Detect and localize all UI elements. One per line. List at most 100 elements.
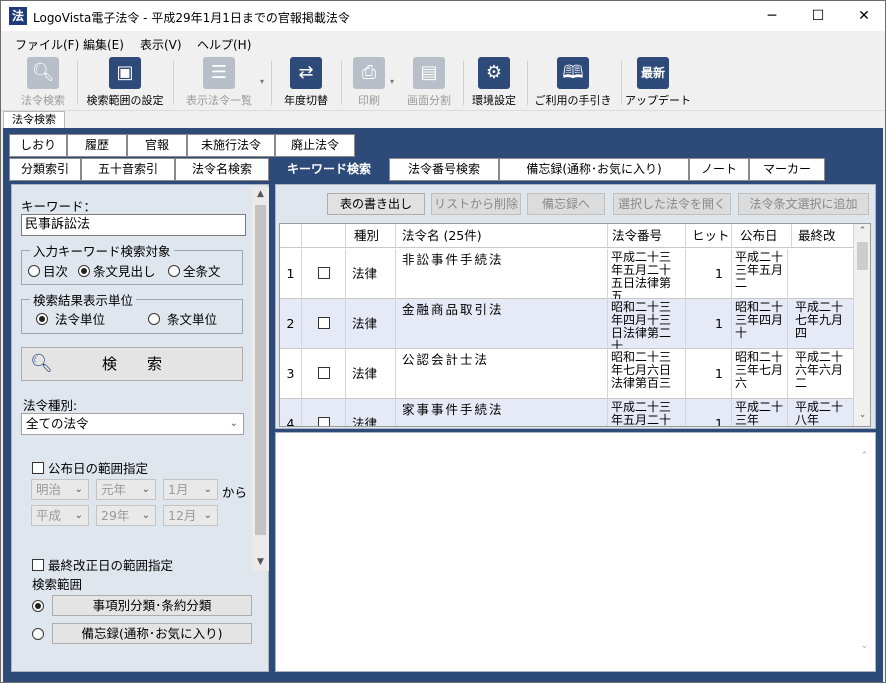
scroll-up-icon[interactable]: ▲ <box>252 189 269 199</box>
scope-category-button[interactable]: 事項別分類･条約分類 <box>52 595 252 616</box>
tab-markers[interactable]: マーカー <box>749 158 825 181</box>
tab-category-index[interactable]: 分類索引 <box>9 158 81 181</box>
toolbar-year-switch-button[interactable]: ⇄ 年度切替 <box>279 57 333 109</box>
tab-unenforced[interactable]: 未施行法令 <box>187 134 275 157</box>
export-table-button[interactable]: 表の書き出し <box>327 193 425 215</box>
from-label: から <box>222 485 248 500</box>
col-law-name-header[interactable]: 法令名 (25件) <box>396 224 608 248</box>
tab-syllabary-index[interactable]: 五十音索引 <box>81 158 175 181</box>
menu-edit[interactable]: 編集(E) <box>83 36 124 53</box>
tab-law-search[interactable]: 法令検索 <box>3 111 65 129</box>
left-scrollbar[interactable]: ▲ ▼ <box>252 187 269 571</box>
scope-category-radio[interactable] <box>32 600 44 612</box>
col-type-header[interactable]: 種別 <box>346 224 396 248</box>
row-hits: 1 <box>686 249 732 299</box>
law-type-select[interactable]: 全ての法令 ⌄ <box>21 413 244 435</box>
table-row[interactable]: 4 法律 家事事件手続法 平成二十三年五月二十 1 平成二十三年 平成二十八年 <box>280 399 854 426</box>
tab-keyword-search[interactable]: キーワード検索 <box>269 158 389 181</box>
search-button[interactable]: 🔍︎ 検 索 <box>21 347 243 381</box>
preview-pane: ⌃ ⌄ <box>275 432 876 672</box>
toolbar-split-button[interactable]: ▤ 画面分割 <box>401 57 457 109</box>
toolbar-search-label: 法令検索 <box>21 94 65 107</box>
menu-file[interactable]: ファイル(F) <box>15 36 79 53</box>
toolbar-range-button[interactable]: ▣ 検索範囲の設定 <box>81 57 169 109</box>
tab-abolished[interactable]: 廃止法令 <box>275 134 355 157</box>
col-law-number-header[interactable]: 法令番号 <box>608 224 686 248</box>
row-checkbox[interactable] <box>302 299 346 349</box>
tab-bookmark[interactable]: しおり <box>9 134 67 157</box>
toolbar-settings-label: 環境設定 <box>472 94 516 107</box>
keyword-input[interactable]: 民事訴訟法 <box>21 214 246 236</box>
target-headings-radio[interactable]: 条文見出し <box>78 261 156 280</box>
table-row[interactable]: 1 法律 非訟事件手続法 平成二十三年五月二十五日法律第五 1 平成二十三年五月二 <box>280 249 854 299</box>
target-toc-radio[interactable]: 目次 <box>28 261 68 280</box>
toolbar-update-button[interactable]: 最新 アップデート <box>625 57 691 109</box>
maximize-button[interactable]: ☐ <box>795 1 841 31</box>
unit-article-radio[interactable]: 条文単位 <box>148 309 217 328</box>
scrollbar-thumb[interactable] <box>857 242 868 270</box>
era-to-select[interactable]: 平成 ⌄ <box>31 505 89 526</box>
toolbar-search-button[interactable]: 🔍︎ 法令検索 <box>15 57 71 109</box>
menu-help[interactable]: ヘルプ(H) <box>197 36 251 53</box>
law-type-label: 法令種別: <box>23 398 78 413</box>
toolbar-list-button[interactable]: ☰ 表示法令一覧 <box>179 57 259 109</box>
toolbar-settings-button[interactable]: ⚙ 環境設定 <box>467 57 521 109</box>
row-select-checkbox[interactable] <box>318 417 330 426</box>
month-to-select[interactable]: 12月 ⌄ <box>163 505 218 526</box>
row-checkbox[interactable] <box>302 349 346 399</box>
chevron-down-icon: ⌄ <box>229 418 238 429</box>
scroll-down-icon[interactable]: ⌄ <box>856 641 873 651</box>
target-fulltext-radio[interactable]: 全条文 <box>168 261 221 280</box>
tab-law-number-search[interactable]: 法令番号検索 <box>389 158 499 181</box>
row-select-checkbox[interactable] <box>318 367 330 379</box>
menu-view[interactable]: 表示(V) <box>140 36 182 53</box>
row-checkbox[interactable] <box>302 249 346 299</box>
unit-law-radio[interactable]: 法令単位 <box>36 309 105 328</box>
row-select-checkbox[interactable] <box>318 267 330 279</box>
table-row[interactable]: 2 法律 金融商品取引法 昭和二十三年四月十三日法律第二十 1 昭和二十三年四月十 平成二十… <box>280 299 854 349</box>
scroll-down-icon[interactable]: ⌄ <box>854 410 870 420</box>
col-hits-header[interactable]: ヒット <box>686 224 732 248</box>
row-revised: 平成二十八年 <box>792 399 854 426</box>
results-scrollbar[interactable]: ⌃ ⌄ <box>854 224 870 426</box>
minimize-button[interactable]: ─ <box>749 1 795 31</box>
tab-law-name-search[interactable]: 法令名検索 <box>175 158 269 181</box>
col-promulgated-header[interactable]: 公布日 <box>732 224 792 248</box>
display-unit-legend: 検索結果表示単位 <box>33 293 134 308</box>
pub-range-checkbox[interactable]: 公布日の範囲指定 <box>32 458 148 477</box>
title-bar: 法 LogoVista電子法令 - 平成29年1月1日までの官報掲載法令 ─ ☐… <box>1 1 885 31</box>
add-to-memo-button[interactable]: 備忘録へ <box>527 193 605 215</box>
scroll-up-icon[interactable]: ⌃ <box>854 226 870 236</box>
row-select-checkbox[interactable] <box>318 317 330 329</box>
tab-history[interactable]: 履歴 <box>67 134 127 157</box>
toolbar-print-button[interactable]: ⎙ 印刷 <box>349 57 389 109</box>
scroll-down-icon[interactable]: ▼ <box>252 557 269 567</box>
search-conditions-panel: キーワード： 民事訴訟法 入力キーワード検索対象 目次 条文見出し 全条文 検索… <box>11 184 269 672</box>
tab-notes[interactable]: ノート <box>689 158 749 181</box>
toolbar: 🔍︎ 法令検索 ▣ 検索範囲の設定 ☰ 表示法令一覧 ▾ ⇄ 年度切替 ⎙ 印刷… <box>1 55 885 111</box>
scroll-up-icon[interactable]: ⌃ <box>856 451 873 461</box>
row-number: 3 <box>280 349 302 399</box>
scope-memo-button[interactable]: 備忘録(通称･お気に入り) <box>52 623 252 644</box>
remove-from-list-button[interactable]: リストから削除 <box>431 193 521 215</box>
toolbar-guide-button[interactable]: 🕮︎ ご利用の手引き <box>531 57 615 109</box>
add-to-article-selection-button[interactable]: 法令条文選択に追加 <box>738 193 869 215</box>
year-to-select[interactable]: 29年 ⌄ <box>96 505 156 526</box>
close-button[interactable]: ✕ <box>841 1 886 31</box>
open-selected-law-button[interactable]: 選択した法令を開く <box>613 193 731 215</box>
scope-memo-radio[interactable] <box>32 628 44 640</box>
table-row[interactable]: 3 法律 公認会計士法 昭和二十三年七月六日法律第百三 1 昭和二十三年七月六 平成二十六年… <box>280 349 854 399</box>
col-revised-header[interactable]: 最終改 <box>792 224 854 248</box>
scrollbar-thumb[interactable] <box>255 205 266 535</box>
rev-range-checkbox[interactable]: 最終改正日の範囲指定 <box>32 555 173 574</box>
row-number: 4 <box>280 399 302 426</box>
keyword-target-legend: 入力キーワード検索対象 <box>33 244 171 259</box>
month-from-select[interactable]: 1月 ⌄ <box>163 479 218 500</box>
year-from-select[interactable]: 元年 ⌄ <box>96 479 156 500</box>
era-from-select[interactable]: 明治 ⌄ <box>31 479 89 500</box>
row-checkbox[interactable] <box>302 399 346 426</box>
range-icon: ▣ <box>109 57 141 89</box>
tab-gazette[interactable]: 官報 <box>127 134 187 157</box>
print-icon: ⎙ <box>353 57 385 89</box>
tab-memo[interactable]: 備忘録(通称･お気に入り) <box>499 158 689 181</box>
